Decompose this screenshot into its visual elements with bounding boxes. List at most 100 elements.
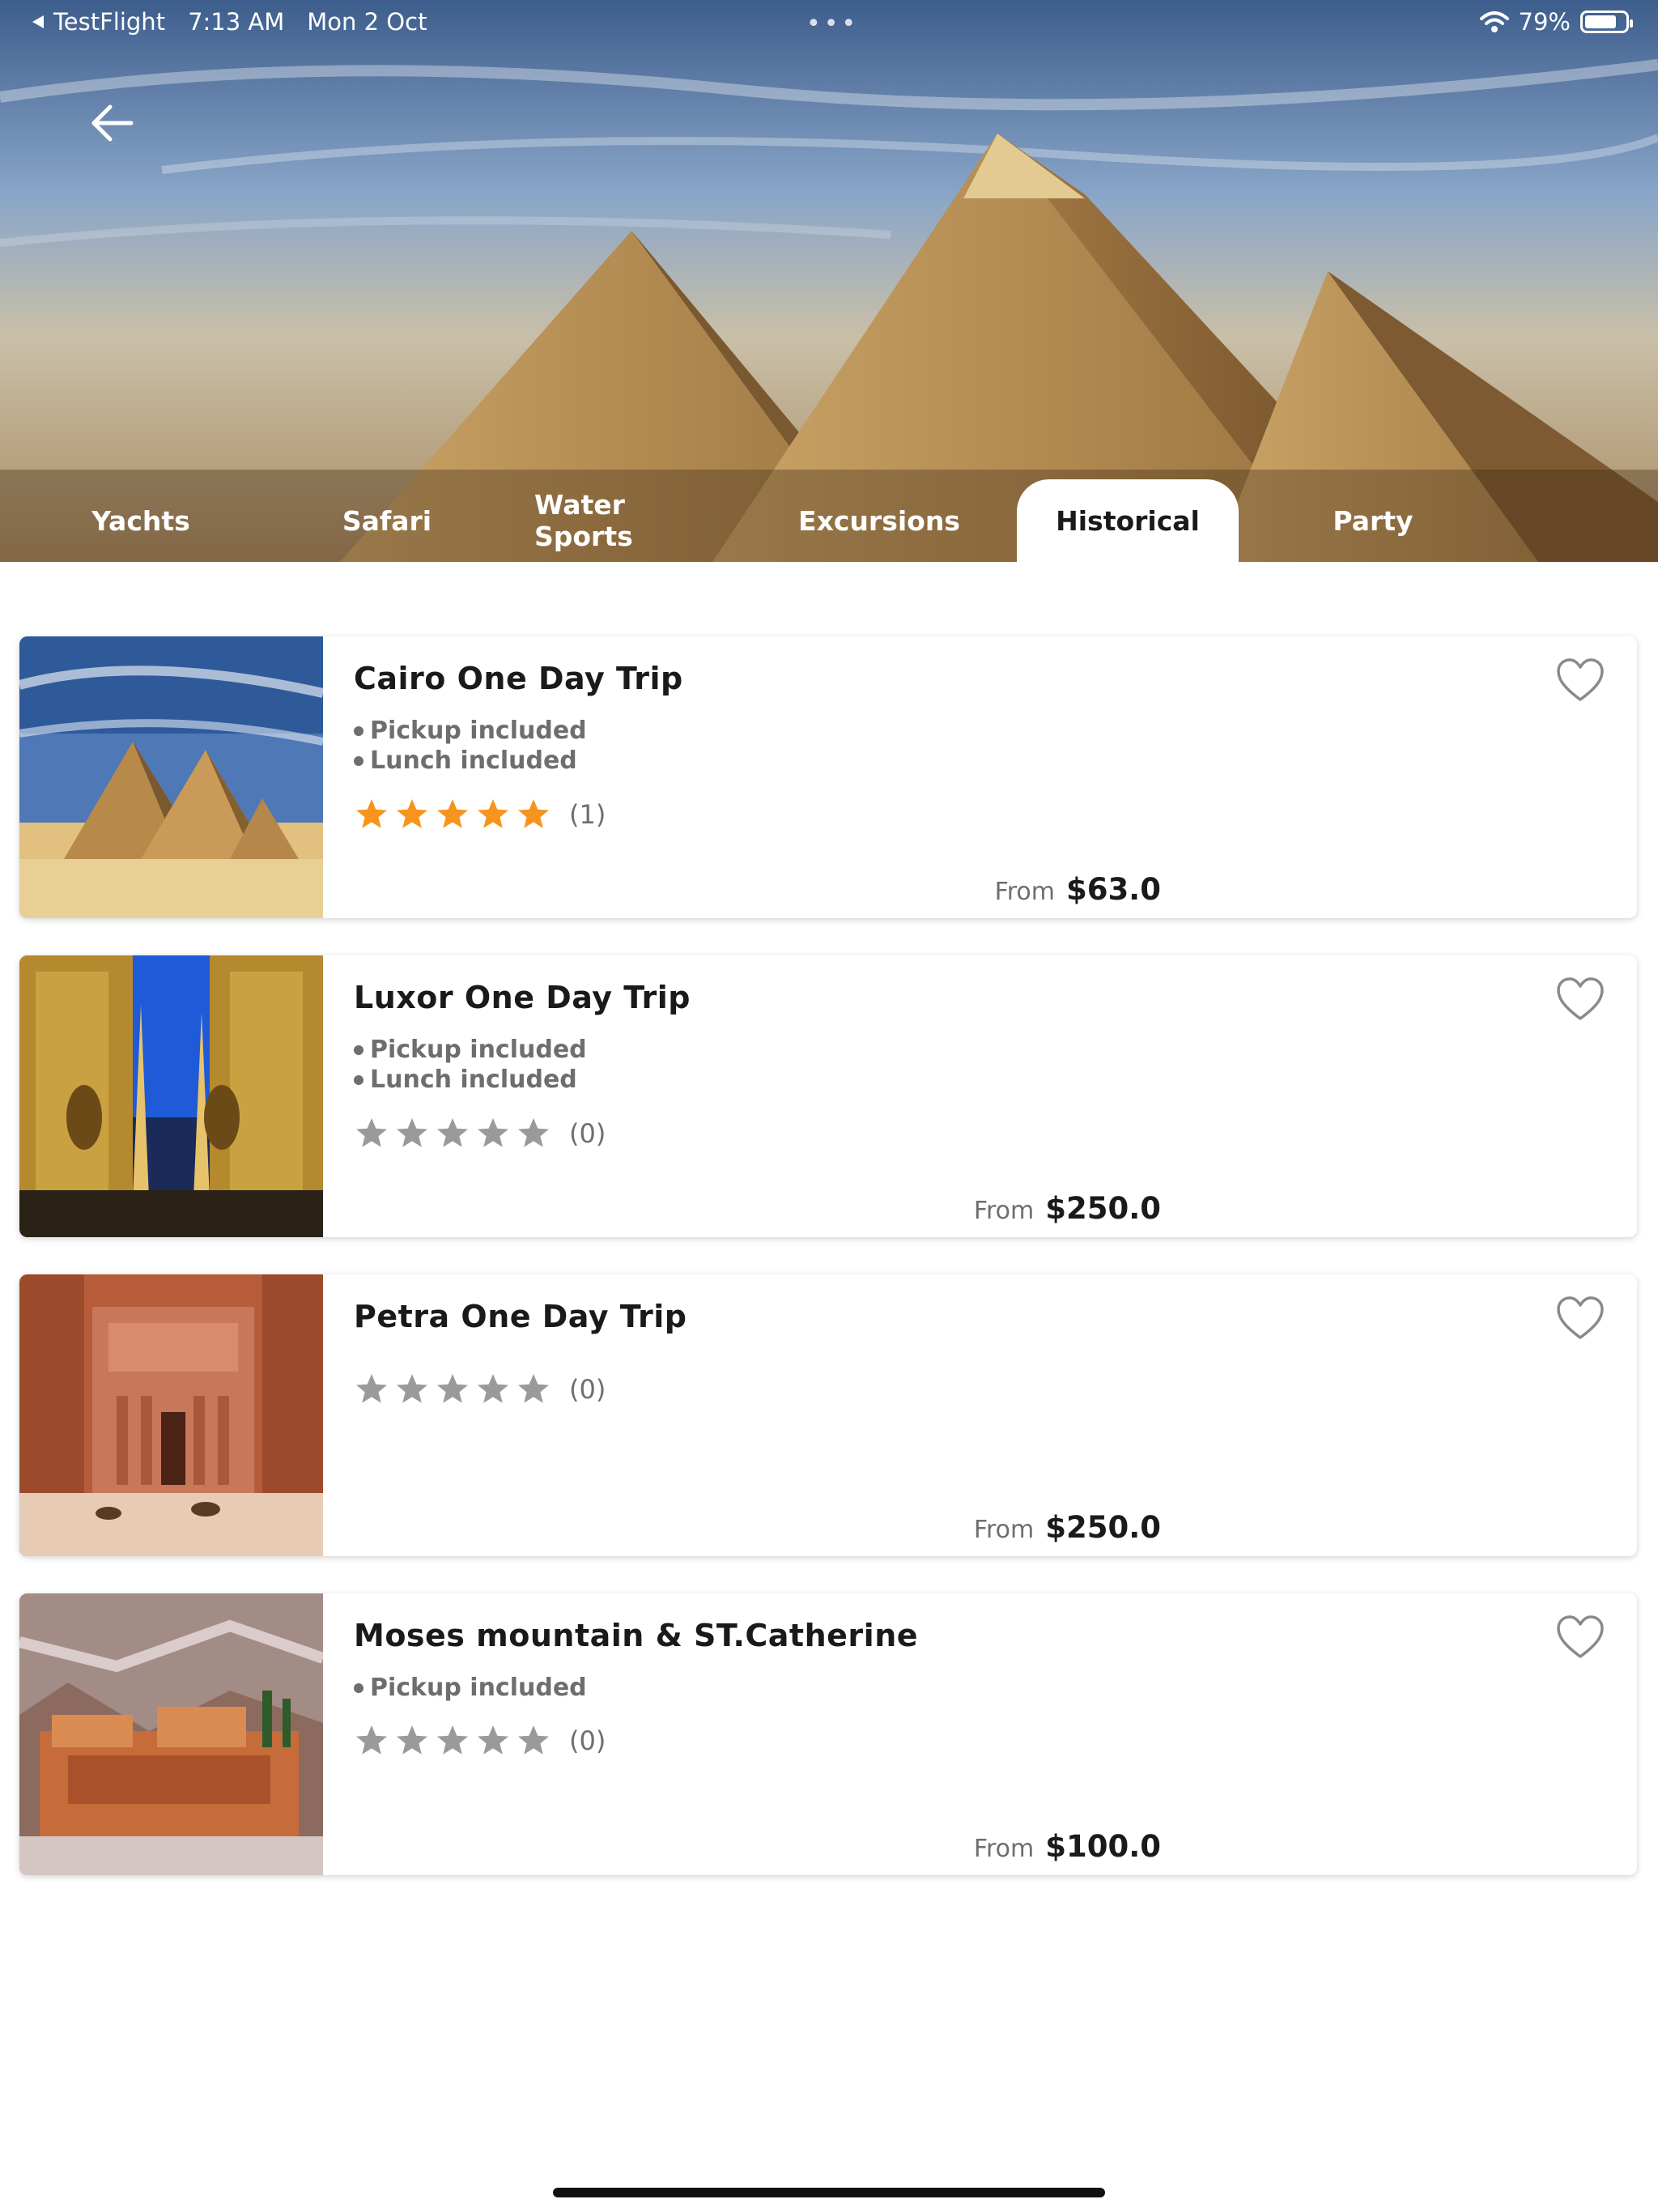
trip-card[interactable]: Luxor One Day Trip Pickup included Lunch… <box>19 955 1637 1237</box>
price-from-label: From <box>994 878 1055 906</box>
trip-image-petra <box>19 1274 323 1556</box>
feature-label: Lunch included <box>370 1066 577 1094</box>
star-icon <box>356 1118 387 1147</box>
rating-count: (1) <box>569 799 606 830</box>
back-to-app-link[interactable]: TestFlight <box>31 8 165 36</box>
feature-item: Lunch included <box>354 1065 587 1095</box>
star-icon <box>437 1374 468 1403</box>
trip-image-cairo <box>19 636 323 918</box>
trip-title: Luxor One Day Trip <box>354 980 691 1015</box>
hero-banner: TestFlight 7:13 AM Mon 2 Oct ••• 79% Yac… <box>0 0 1658 562</box>
star-icon <box>397 799 427 828</box>
price-value: $100.0 <box>1045 1829 1161 1864</box>
star-icon <box>478 1118 508 1147</box>
star-icon <box>356 799 387 828</box>
pyramids-hero-image <box>0 0 1658 562</box>
feature-item: Lunch included <box>354 746 587 776</box>
trip-title: Moses mountain & ST.Catherine <box>354 1618 919 1653</box>
favorite-heart-icon[interactable] <box>1556 976 1605 1022</box>
price-value: $63.0 <box>1065 872 1161 907</box>
favorite-heart-icon[interactable] <box>1556 1614 1605 1660</box>
tab-safari[interactable]: Safari <box>288 479 486 562</box>
star-icon <box>437 1725 468 1755</box>
stars-group <box>354 797 551 832</box>
trip-title: Cairo One Day Trip <box>354 661 683 696</box>
rating-count: (0) <box>569 1725 606 1756</box>
star-icon <box>518 1374 549 1403</box>
trip-title: Petra One Day Trip <box>354 1299 687 1334</box>
star-icon <box>518 1725 549 1755</box>
price-from-label: From <box>973 1835 1035 1863</box>
star-icon <box>518 1118 549 1147</box>
tab-excursions[interactable]: Excursions <box>780 479 978 562</box>
star-icon <box>478 1374 508 1403</box>
star-icon <box>397 1118 427 1147</box>
star-icon <box>356 1725 387 1755</box>
feature-item: Pickup included <box>354 1673 587 1703</box>
back-arrow-icon[interactable] <box>87 99 136 147</box>
price-block: From $250.0 <box>974 1191 1161 1226</box>
price-value: $250.0 <box>1045 1191 1161 1226</box>
favorite-heart-icon[interactable] <box>1556 657 1605 703</box>
tab-party[interactable]: Party <box>1274 479 1472 562</box>
feature-label: Lunch included <box>370 747 577 775</box>
wifi-icon <box>1479 11 1509 32</box>
battery-icon <box>1580 11 1633 33</box>
trip-image-st-catherine <box>19 1593 323 1875</box>
feature-item: Pickup included <box>354 716 587 746</box>
trip-features: Pickup included Lunch included <box>354 716 587 776</box>
status-bar: TestFlight 7:13 AM Mon 2 Oct ••• 79% <box>0 0 1658 45</box>
back-triangle-icon <box>32 15 44 28</box>
price-block: From $100.0 <box>974 1829 1161 1864</box>
tab-yachts[interactable]: Yachts <box>42 479 240 562</box>
back-app-label: TestFlight <box>53 8 166 36</box>
star-icon <box>356 1374 387 1403</box>
tab-water-sports[interactable]: Water Sports <box>534 479 732 562</box>
star-icon <box>397 1374 427 1403</box>
star-icon <box>518 799 549 828</box>
tab-historical[interactable]: Historical <box>1017 479 1239 562</box>
rating-count: (0) <box>569 1118 606 1149</box>
trip-features: Pickup included Lunch included <box>354 1035 587 1095</box>
category-tabs: Yachts Safari Water Sports Excursions Hi… <box>0 479 1658 562</box>
feature-label: Pickup included <box>370 1036 587 1064</box>
bullet-icon <box>354 1044 363 1055</box>
star-icon <box>437 1118 468 1147</box>
price-value: $250.0 <box>1045 1510 1161 1545</box>
star-icon <box>478 799 508 828</box>
price-block: From $63.0 <box>995 872 1161 907</box>
trip-image-luxor <box>19 955 323 1237</box>
price-from-label: From <box>973 1516 1035 1544</box>
star-icon <box>397 1725 427 1755</box>
bullet-icon <box>354 725 363 736</box>
bullet-icon <box>354 1682 363 1693</box>
star-rating: (0) <box>354 1116 606 1151</box>
feature-label: Pickup included <box>370 1674 587 1702</box>
star-icon <box>478 1725 508 1755</box>
home-indicator[interactable] <box>553 2188 1105 2197</box>
status-time: 7:13 AM <box>188 8 285 36</box>
stars-group <box>354 1372 551 1407</box>
star-rating: (0) <box>354 1372 606 1407</box>
bullet-icon <box>354 1074 363 1085</box>
battery-percent: 79% <box>1518 8 1571 36</box>
rating-count: (0) <box>569 1374 606 1405</box>
favorite-heart-icon[interactable] <box>1556 1295 1605 1341</box>
trip-features: Pickup included <box>354 1673 587 1703</box>
bullet-icon <box>354 755 363 766</box>
status-date: Mon 2 Oct <box>307 8 427 36</box>
star-rating: (0) <box>354 1723 606 1759</box>
star-rating: (1) <box>354 797 606 832</box>
feature-label: Pickup included <box>370 717 587 745</box>
price-from-label: From <box>973 1197 1035 1225</box>
star-icon <box>437 799 468 828</box>
price-block: From $250.0 <box>974 1510 1161 1545</box>
stars-group <box>354 1116 551 1151</box>
feature-item: Pickup included <box>354 1035 587 1065</box>
multitasking-dots-icon[interactable]: ••• <box>806 10 859 38</box>
trip-card[interactable]: Petra One Day Trip (0) From $250.0 <box>19 1274 1637 1556</box>
stars-group <box>354 1723 551 1759</box>
trip-card[interactable]: Cairo One Day Trip Pickup included Lunch… <box>19 636 1637 918</box>
trip-card[interactable]: Moses mountain & ST.Catherine Pickup inc… <box>19 1593 1637 1875</box>
battery-fill <box>1585 15 1616 28</box>
